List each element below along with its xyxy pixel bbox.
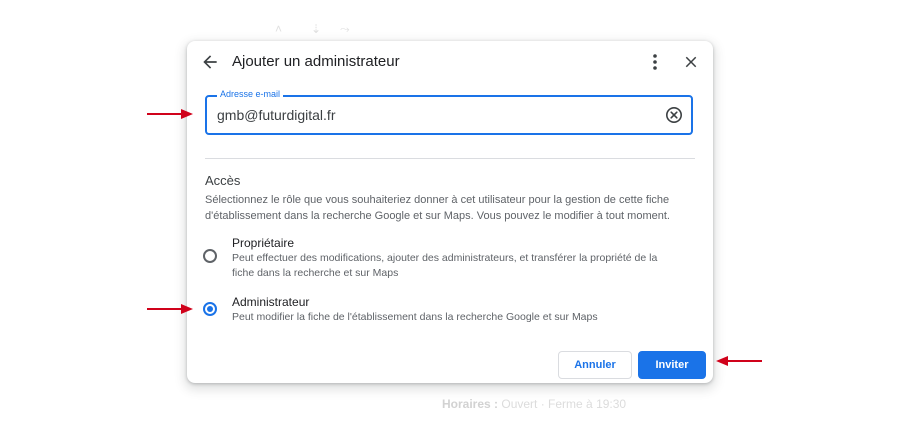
close-button[interactable] — [682, 53, 700, 71]
bg-hours-row: Horaires : Ouvert · Ferme à 19:30 — [442, 397, 626, 411]
email-field-label: Adresse e-mail — [217, 89, 284, 99]
clear-email-button[interactable] — [665, 106, 683, 124]
red-arrow-icon — [147, 304, 193, 314]
role-option-proprietaire[interactable]: Propriétaire Peut effectuer des modifica… — [201, 236, 691, 282]
more-options-button[interactable] — [647, 52, 663, 72]
bg-share-icon: ⤳ — [340, 22, 350, 36]
email-input[interactable] — [217, 105, 657, 125]
bg-download-icon: ⇣ — [311, 22, 322, 36]
dialog-header: Ajouter un administrateur — [187, 41, 713, 83]
role-description: Peut modifier la fiche de l'établissemen… — [232, 311, 598, 323]
add-admin-dialog: Ajouter un administrateur Adresse e-mail… — [187, 41, 713, 383]
dialog-title: Ajouter un administrateur — [232, 53, 400, 70]
close-icon — [685, 56, 697, 68]
bg-hours-label: Horaires : — [442, 397, 499, 411]
clear-circle-icon — [666, 107, 682, 123]
radio-proprietaire[interactable] — [203, 249, 217, 263]
red-arrow-icon — [147, 109, 193, 119]
role-title: Administrateur — [232, 295, 310, 309]
bg-chevron-icon: ˄ — [275, 22, 283, 36]
access-heading: Accès — [205, 173, 241, 188]
role-title: Propriétaire — [232, 236, 295, 250]
more-vert-icon — [653, 54, 657, 70]
arrow-left-icon — [203, 55, 217, 69]
access-description: Sélectionnez le rôle que vous souhaiteri… — [205, 194, 670, 222]
email-field[interactable]: Adresse e-mail — [205, 89, 693, 135]
invite-button[interactable]: Inviter — [638, 351, 706, 379]
role-description: Peut effectuer des modifications, ajoute… — [232, 252, 658, 279]
divider — [205, 158, 695, 159]
role-option-administrateur[interactable]: Administrateur Peut modifier la fiche de… — [201, 295, 691, 327]
red-arrow-icon — [716, 356, 762, 366]
back-button[interactable] — [200, 52, 220, 72]
cancel-button[interactable]: Annuler — [558, 351, 632, 379]
radio-administrateur[interactable] — [203, 302, 217, 316]
bg-hours-value: Ouvert · Ferme à 19:30 — [501, 397, 627, 411]
